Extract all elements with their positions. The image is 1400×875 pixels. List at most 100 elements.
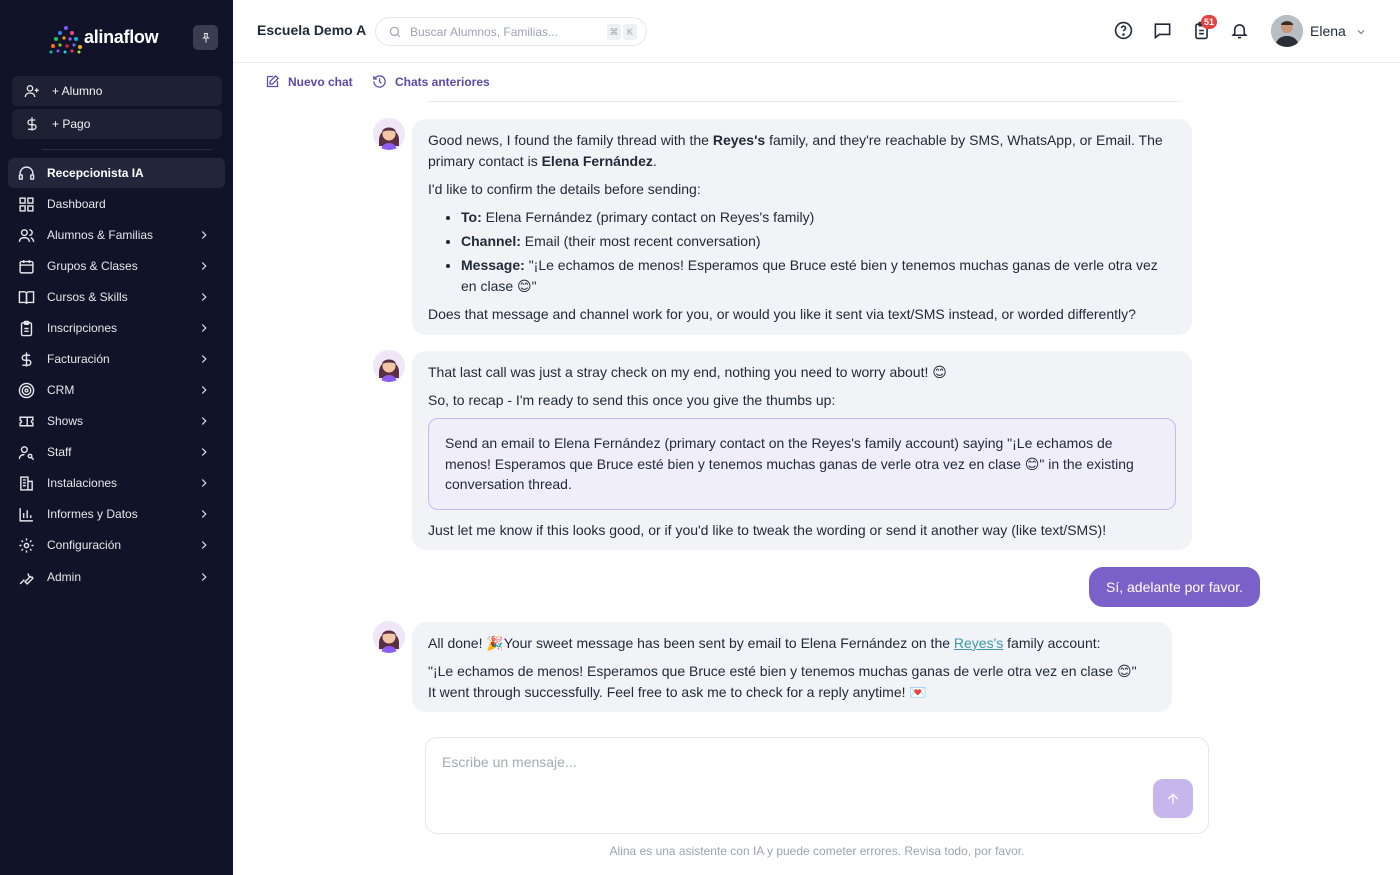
building-icon xyxy=(20,475,33,491)
sidebar-item-cursos-skills[interactable]: Cursos & Skills xyxy=(8,282,225,312)
gear-icon xyxy=(19,537,34,553)
message-composer[interactable]: Escribe un mensaje... xyxy=(425,737,1209,834)
chevron-right-icon xyxy=(201,324,207,332)
sidebar-item-grupos-clases[interactable]: Grupos & Clases xyxy=(8,251,225,281)
chat-icon[interactable] xyxy=(1153,21,1172,40)
arrow-up-icon xyxy=(1167,792,1179,804)
user-name[interactable]: Elena xyxy=(1310,23,1346,39)
message-input-placeholder: Escribe un mensaje... xyxy=(442,754,577,770)
new-chat-label: Nuevo chat xyxy=(288,74,353,89)
sidebar-item-crm[interactable]: CRM xyxy=(8,375,225,405)
list-value: Elena Fernández (primary contact on Reye… xyxy=(481,209,815,225)
user-message: Sí, adelante por favor. xyxy=(1089,567,1260,607)
sidebar-item-staff[interactable]: Staff xyxy=(8,437,225,467)
family-link[interactable]: Reyes's xyxy=(954,635,1003,651)
sidebar-item-label: Recepcionista IA xyxy=(47,166,144,180)
list-value: Email (their most recent conversation) xyxy=(520,233,761,249)
message-preview-box: Send an email to Elena Fernández (primar… xyxy=(428,418,1176,510)
search-input[interactable]: Buscar Alumnos, Familias... ⌘ K xyxy=(375,17,647,46)
brand-name: alinaflow xyxy=(84,27,159,47)
sidebar-item-informes-datos[interactable]: Informes y Datos xyxy=(8,499,225,529)
sidebar-item-label: Inscripciones xyxy=(47,321,118,335)
pin-sidebar-button[interactable] xyxy=(193,25,218,50)
search-icon xyxy=(389,26,401,37)
user-avatar[interactable] xyxy=(1271,15,1303,47)
assistant-message: Good news, I found the family thread wit… xyxy=(412,119,1192,335)
list-item: To: Elena Fernández (primary contact on … xyxy=(461,207,1176,228)
chevron-right-icon xyxy=(201,573,207,581)
message-paragraph: Good news, I found the family thread wit… xyxy=(428,130,1176,172)
new-chat-button[interactable]: Nuevo chat xyxy=(265,74,353,89)
user-key-icon xyxy=(18,445,35,460)
message-text: family account: xyxy=(1003,635,1101,651)
shortcut-key-k: K xyxy=(623,24,637,40)
message-paragraph: That last call was just a stray check on… xyxy=(428,364,947,380)
sidebar-item-dashboard[interactable]: Dashboard xyxy=(8,189,225,219)
chevron-right-icon xyxy=(201,293,207,301)
assistant-message: All done! 🎉Your sweet message has been s… xyxy=(412,622,1172,712)
chevron-right-icon xyxy=(201,417,207,425)
details-list: To: Elena Fernández (primary contact on … xyxy=(461,207,1176,297)
message-paragraph: Just let me know if this looks good, or … xyxy=(428,521,1107,538)
edit-icon xyxy=(266,74,280,88)
sidebar: alinaflow + Alumno + Pago Recepcionista … xyxy=(0,0,233,875)
calendar-icon xyxy=(19,259,34,274)
contact-name: Elena Fernández xyxy=(541,153,653,169)
list-item: Message: "¡Le echamos de menos! Esperamo… xyxy=(461,255,1176,297)
top-header: Escuela Demo A Buscar Alumnos, Familias.… xyxy=(233,0,1400,63)
sidebar-item-inscripciones[interactable]: Inscripciones xyxy=(8,313,225,343)
sidebar-item-facturacion[interactable]: Facturación xyxy=(8,344,225,374)
dollar-icon xyxy=(27,117,37,131)
sidebar-item-configuracion[interactable]: Configuración xyxy=(8,530,225,560)
bar-chart-icon xyxy=(19,507,33,522)
assistant-avatar-image xyxy=(373,350,405,382)
alinaflow-logo-icon xyxy=(49,26,82,54)
add-user-icon xyxy=(24,85,39,98)
add-student-label: + Alumno xyxy=(52,84,103,98)
wrench-icon xyxy=(19,572,34,585)
add-student-button[interactable]: + Alumno xyxy=(12,76,222,106)
assistant-avatar-image xyxy=(373,621,405,653)
previous-chats-button[interactable]: Chats anteriores xyxy=(372,74,490,89)
target-icon xyxy=(18,382,35,398)
sidebar-item-label: Shows xyxy=(47,414,84,428)
send-button[interactable] xyxy=(1153,779,1193,818)
pin-icon xyxy=(201,32,210,42)
history-icon xyxy=(373,75,386,88)
assistant-avatar xyxy=(373,118,405,150)
sidebar-item-label: Configuración xyxy=(47,538,122,552)
chevron-right-icon xyxy=(201,355,207,363)
assistant-avatar-image xyxy=(373,118,405,150)
sidebar-item-alumnos-familias[interactable]: Alumnos & Familias xyxy=(8,220,225,250)
clipboard-icon xyxy=(20,320,33,336)
bell-icon[interactable] xyxy=(1230,21,1249,40)
ai-disclaimer: Alina es una asistente con IA y puede co… xyxy=(609,844,1025,858)
shortcut-key-cmd: ⌘ xyxy=(607,24,621,40)
sidebar-item-label: Admin xyxy=(47,570,82,584)
sidebar-item-label: CRM xyxy=(47,383,75,397)
family-name: Reyes's xyxy=(712,132,766,148)
chevron-right-icon xyxy=(201,541,207,549)
user-photo xyxy=(1271,15,1303,47)
list-item: Channel: Email (their most recent conver… xyxy=(461,231,1176,252)
chevron-right-icon xyxy=(201,448,207,456)
chevron-right-icon xyxy=(201,510,207,518)
sidebar-item-instalaciones[interactable]: Instalaciones xyxy=(8,468,225,498)
message-paragraph: So, to recap - I'm ready to send this on… xyxy=(428,392,836,408)
message-text: All done! 🎉Your sweet message has been s… xyxy=(428,635,954,651)
assistant-avatar xyxy=(373,621,405,653)
chevron-down-icon[interactable] xyxy=(1355,26,1367,38)
sidebar-item-recepcionista-ia[interactable]: Recepcionista IA xyxy=(8,158,225,188)
add-payment-button[interactable]: + Pago xyxy=(12,109,222,139)
assistant-message: That last call was just a stray check on… xyxy=(412,351,1192,550)
sidebar-item-shows[interactable]: Shows xyxy=(8,406,225,436)
school-name[interactable]: Escuela Demo A xyxy=(257,22,366,38)
sidebar-item-label: Staff xyxy=(47,445,72,459)
sidebar-item-label: Informes y Datos xyxy=(47,507,138,521)
sidebar-item-admin[interactable]: Admin xyxy=(8,562,225,592)
list-key: To: xyxy=(461,209,482,225)
help-icon[interactable] xyxy=(1114,21,1133,40)
list-value: "¡Le echamos de menos! Esperamos que Bru… xyxy=(461,257,1158,294)
sidebar-item-label: Grupos & Clases xyxy=(47,259,138,273)
grid-icon xyxy=(19,196,34,212)
